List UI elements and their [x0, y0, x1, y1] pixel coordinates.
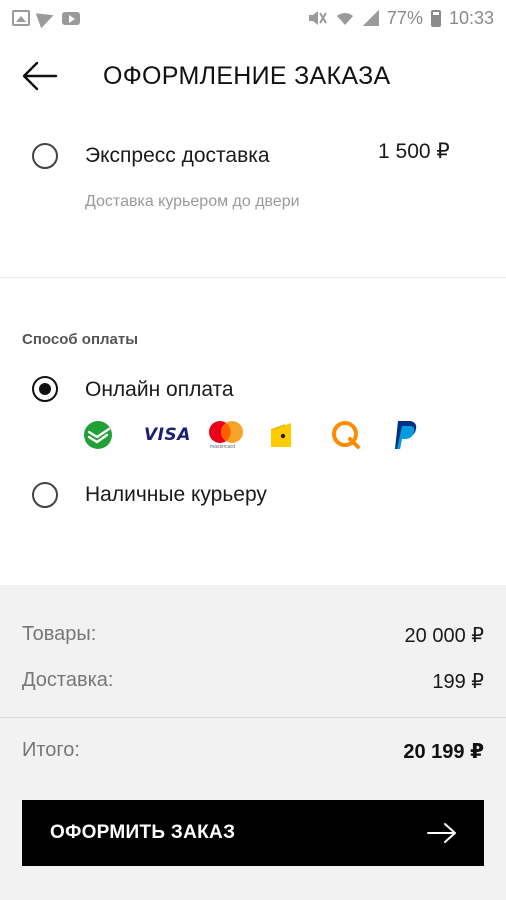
delivery-cost-value: 199 ₽	[432, 671, 484, 693]
arrow-right-icon	[427, 823, 456, 843]
payment-radio-online[interactable]	[32, 376, 58, 402]
summary-goods-row: Товары: 20 000 ₽	[22, 623, 484, 648]
app-header: ОФОРМЛЕНИЕ ЗАКАЗА	[0, 40, 506, 112]
youtube-icon	[62, 11, 80, 25]
order-summary: Товары: 20 000 ₽ Доставка: 199 ₽ Итого: …	[0, 585, 506, 900]
total-value: 20 199 ₽	[403, 741, 484, 763]
sberbank-icon	[82, 418, 144, 452]
battery-percent: 77%	[386, 7, 423, 28]
clock: 10:33	[448, 7, 494, 28]
back-button[interactable]	[20, 56, 60, 96]
battery-icon	[430, 9, 441, 27]
mastercard-icon: mastercard	[206, 418, 268, 452]
status-bar: 77% 10:33	[0, 0, 506, 36]
total-label: Итого:	[22, 739, 80, 761]
section-divider	[0, 277, 506, 278]
payment-icons: VISA mastercard	[82, 418, 454, 452]
wifi-icon	[336, 12, 353, 25]
arrow-left-icon	[22, 61, 58, 91]
summary-total-row: Итого: 20 199 ₽	[22, 739, 484, 764]
delivery-label: Экспресс доставка	[85, 144, 270, 167]
payment-label-cash: Наличные курьеру	[85, 483, 267, 506]
mute-icon	[308, 11, 327, 25]
goods-value: 20 000 ₽	[404, 625, 484, 647]
status-bar-left	[12, 7, 80, 29]
signal-icon	[362, 10, 379, 26]
delivery-price: 1 500 ₽	[378, 140, 450, 163]
status-bar-right: 77% 10:33	[307, 8, 494, 29]
checkout-label: ОФОРМИТЬ ЗАКАЗ	[50, 822, 236, 843]
payment-section-title: Способ оплаты	[22, 331, 139, 348]
visa-icon: VISA	[144, 418, 206, 452]
visa-text: VISA	[144, 425, 191, 445]
delivery-cost-label: Доставка:	[22, 669, 114, 691]
delivery-radio[interactable]	[32, 143, 58, 169]
yandex-money-icon	[268, 418, 330, 452]
qiwi-icon	[330, 418, 392, 452]
summary-delivery-row: Доставка: 199 ₽	[22, 669, 484, 694]
payment-radio-cash[interactable]	[32, 482, 58, 508]
goods-label: Товары:	[22, 623, 97, 645]
mastercard-text: mastercard	[210, 444, 236, 450]
telegram-icon	[35, 7, 57, 29]
paypal-icon	[392, 418, 454, 452]
delivery-subtitle: Доставка курьером до двери	[85, 193, 300, 210]
summary-divider	[0, 717, 506, 718]
checkout-button[interactable]: ОФОРМИТЬ ЗАКАЗ	[22, 800, 484, 866]
image-icon	[12, 10, 30, 26]
payment-label-online: Онлайн оплата	[85, 378, 234, 401]
page-title: ОФОРМЛЕНИЕ ЗАКАЗА	[103, 62, 391, 90]
